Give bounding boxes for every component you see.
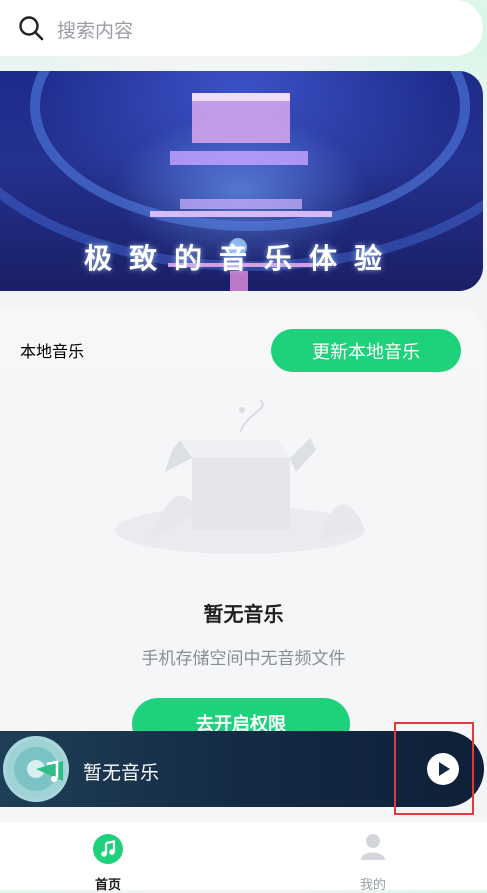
nav-item-mine[interactable]: 我的: [323, 822, 423, 893]
search-icon: [19, 16, 44, 41]
empty-state-subtitle: 手机存储空间中无音频文件: [141, 649, 346, 669]
play-button-highlight-box: [394, 722, 474, 815]
update-local-music-button[interactable]: 更新本地音乐: [271, 329, 461, 372]
nav-item-home[interactable]: 首页: [58, 822, 158, 893]
empty-state-title: 暂无音乐: [203, 602, 284, 626]
search-bar[interactable]: 搜索内容: [0, 0, 483, 56]
empty-box-illustration: [115, 399, 365, 554]
user-icon: [361, 834, 385, 860]
nav-label-mine: 我的: [359, 878, 386, 893]
now-playing-title: 暂无音乐: [83, 762, 160, 784]
banner-title: 极致的音乐体验: [83, 242, 399, 275]
music-note-icon: [93, 834, 123, 864]
bottom-nav: 首页 我的: [0, 822, 487, 893]
local-music-heading: 本地音乐: [20, 342, 85, 361]
album-disc-icon: [3, 736, 69, 802]
search-placeholder: 搜索内容: [57, 20, 134, 42]
nav-label-home: 首页: [94, 878, 121, 893]
promo-banner[interactable]: 极致的音乐体验: [0, 71, 483, 291]
